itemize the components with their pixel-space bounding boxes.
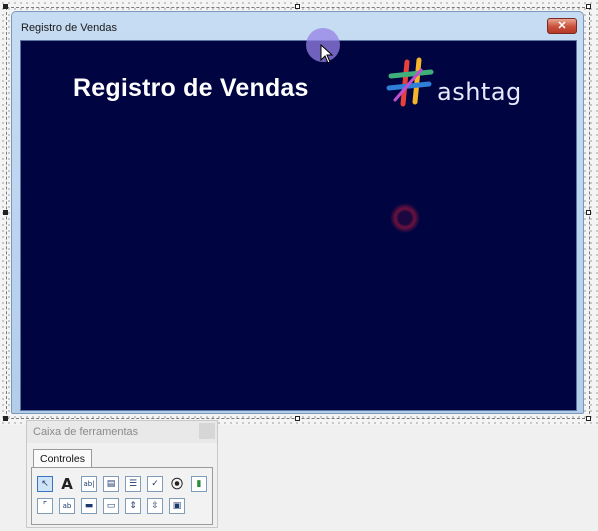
resize-handle-top-left[interactable] <box>3 4 8 9</box>
scrollbar-icon: ⇕ <box>129 501 137 511</box>
click-indicator <box>390 203 420 233</box>
userform-titlebar[interactable]: Registro de Vendas ✕ <box>12 12 583 42</box>
toolbox-title: Caixa de ferramentas <box>33 426 139 438</box>
tool-scrollbar[interactable]: ⇕ <box>125 498 141 514</box>
tool-commandbutton[interactable]: ab <box>59 498 75 514</box>
controls-panel: ↖ A ab| ▤ ☰ ✓ ⦿ ▮ ⌜ ab ▬ ▭ ⇕ ⇳ ▣ <box>31 467 213 525</box>
logo-text: ashtag <box>437 78 522 106</box>
togglebutton-icon: ▮ <box>196 479 202 489</box>
close-icon: ✕ <box>557 20 567 32</box>
combobox-icon: ▤ <box>106 479 116 489</box>
checkbox-icon: ✓ <box>151 479 159 489</box>
tool-spinbutton[interactable]: ⇳ <box>147 498 163 514</box>
tool-textbox[interactable]: ab| <box>81 476 97 492</box>
tool-label[interactable]: A <box>59 476 75 492</box>
tool-checkbox[interactable]: ✓ <box>147 476 163 492</box>
resize-handle-middle-left[interactable] <box>3 210 8 215</box>
userform-window[interactable]: Registro de Vendas ✕ Registro de Vendas … <box>11 11 584 414</box>
tool-togglebutton[interactable]: ▮ <box>191 476 207 492</box>
resize-handle-top-right[interactable] <box>586 4 591 9</box>
tool-multipage[interactable]: ▭ <box>103 498 119 514</box>
commandbutton-icon: ab <box>62 502 72 510</box>
tabstrip-icon: ▬ <box>84 501 94 511</box>
label-icon: A <box>61 475 73 493</box>
form-heading-label[interactable]: Registro de Vendas <box>73 74 309 103</box>
textbox-icon: ab| <box>83 480 95 488</box>
frame-icon: ⌜ <box>42 501 48 511</box>
resize-handle-bottom-left[interactable] <box>3 416 8 421</box>
resize-handle-bottom-right[interactable] <box>586 416 591 421</box>
hashtag-logo[interactable]: ashtag <box>385 56 521 114</box>
tool-tabstrip[interactable]: ▬ <box>81 498 97 514</box>
tool-combobox[interactable]: ▤ <box>103 476 119 492</box>
tab-controles[interactable]: Controles <box>33 449 92 468</box>
tool-image[interactable]: ▣ <box>169 498 185 514</box>
resize-handle-top-center[interactable] <box>295 4 300 9</box>
resize-handle-bottom-center[interactable] <box>295 416 300 421</box>
resize-handle-middle-right[interactable] <box>586 210 591 215</box>
userform-title: Registro de Vendas <box>21 22 118 34</box>
select-objects-icon: ↖ <box>41 479 49 489</box>
toolbox-panel[interactable]: Caixa de ferramentas Controles ↖ A ab| ▤… <box>26 420 218 528</box>
hashtag-logo-icon <box>386 57 434 107</box>
tool-frame[interactable]: ⌜ <box>37 498 53 514</box>
spinbutton-icon: ⇳ <box>151 501 159 511</box>
optionbutton-icon: ⦿ <box>170 477 183 491</box>
multipage-icon: ▭ <box>106 501 116 511</box>
userform-client-area[interactable]: Registro de Vendas ashtag <box>20 40 577 411</box>
tool-optionbutton[interactable]: ⦿ <box>169 476 185 492</box>
toolbox-titlebar[interactable]: Caixa de ferramentas <box>27 421 217 443</box>
tool-listbox[interactable]: ☰ <box>125 476 141 492</box>
tool-select-objects[interactable]: ↖ <box>37 476 53 492</box>
mouse-cursor-icon <box>320 44 334 64</box>
close-button[interactable]: ✕ <box>547 18 577 34</box>
toolbox-close-button[interactable] <box>199 423 215 439</box>
listbox-icon: ☰ <box>128 479 138 489</box>
image-icon: ▣ <box>172 501 182 511</box>
